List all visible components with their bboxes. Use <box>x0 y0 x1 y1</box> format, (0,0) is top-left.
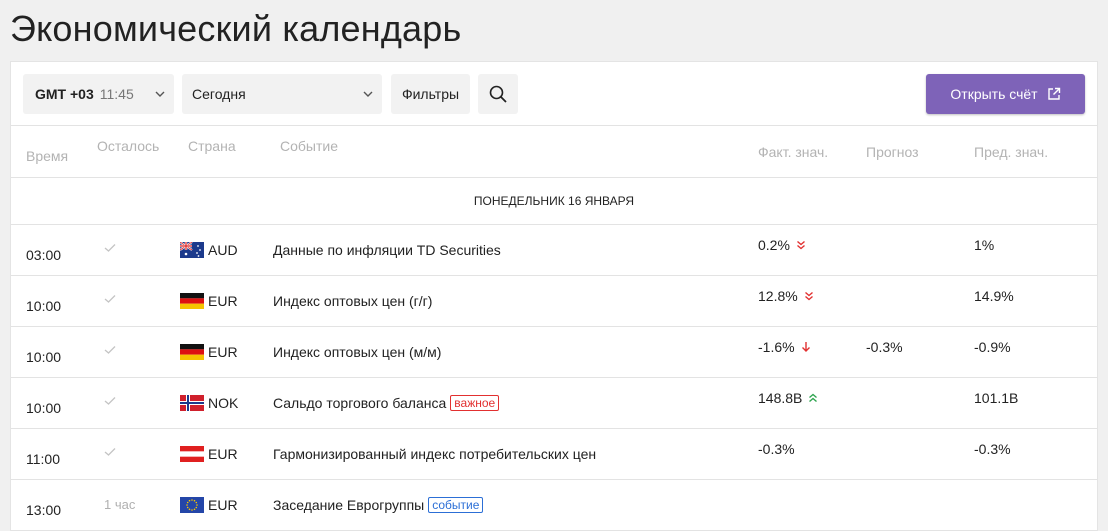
col-actual[interactable]: Факт. знач. <box>758 144 828 160</box>
table-row[interactable]: 10:00 EUR Индекс оптовых цен (м/м) -1.6%… <box>11 327 1097 378</box>
event-name-cell[interactable]: Индекс оптовых цен (г/г) <box>273 293 432 309</box>
event-name-cell[interactable]: Гармонизированный индекс потребительских… <box>273 446 596 462</box>
timezone-label: GMT +03 <box>35 86 94 102</box>
check-icon <box>104 346 116 354</box>
table-header: Время Осталось Страна Событие Факт. знач… <box>11 126 1097 178</box>
germany-flag-icon <box>180 344 204 360</box>
search-button[interactable] <box>478 74 518 114</box>
austria-flag-icon <box>180 446 204 462</box>
event-name[interactable]: Индекс оптовых цен (г/г) <box>273 293 432 309</box>
previous-value: -0.3% <box>974 441 1011 457</box>
previous-value: 14.9% <box>974 288 1014 304</box>
table-row[interactable]: 13:00 1 час EUR Заседание Еврогруппы собы… <box>11 480 1097 531</box>
event-badge: событие <box>428 497 484 513</box>
double-chevron-up-icon <box>809 393 818 403</box>
check-icon <box>104 448 116 456</box>
eu-flag-icon <box>180 497 204 513</box>
check-icon <box>104 397 116 405</box>
search-icon <box>489 85 507 103</box>
event-time: 03:00 <box>26 247 62 263</box>
chevron-down-icon <box>363 91 373 97</box>
external-link-icon <box>1047 87 1060 100</box>
remaining-cell <box>104 396 116 406</box>
col-forecast[interactable]: Прогноз <box>866 144 919 160</box>
event-time: 11:00 <box>26 451 60 467</box>
event-name[interactable]: Гармонизированный индекс потребительских… <box>273 446 596 462</box>
event-name[interactable]: Данные по инфляции TD Securities <box>273 242 501 258</box>
event-time: 10:00 <box>26 400 62 416</box>
actual-value-cell: -1.6% <box>758 339 811 355</box>
table-row[interactable]: 11:00 EUR Гармонизированный индекс потре… <box>11 429 1097 480</box>
col-previous[interactable]: Пред. знач. <box>974 144 1048 160</box>
table-row[interactable]: 10:00 NOK Сальдо торгового баланса важное… <box>11 378 1097 429</box>
event-name-cell[interactable]: Данные по инфляции TD Securities <box>273 242 501 258</box>
event-name-cell[interactable]: Индекс оптовых цен (м/м) <box>273 344 441 360</box>
remaining-cell <box>104 294 116 304</box>
event-name-cell[interactable]: Заседание Еврогруппы событие <box>273 497 484 513</box>
actual-value: 0.2% <box>758 237 790 253</box>
actual-value-cell: 0.2% <box>758 237 806 253</box>
timezone-select[interactable]: GMT +03 11:45 <box>23 74 174 114</box>
current-time: 11:45 <box>99 86 134 102</box>
double-chevron-down-icon <box>796 240 805 250</box>
remaining-cell <box>104 345 116 355</box>
filters-button[interactable]: Фильтры <box>391 74 470 114</box>
event-time: 13:00 <box>26 502 62 518</box>
page-title: Экономический календарь <box>10 8 462 49</box>
currency-code: AUD <box>208 242 238 258</box>
arrow-down-icon <box>801 342 810 352</box>
col-remaining[interactable]: Осталось <box>97 138 159 154</box>
actual-value: 148.8B <box>758 390 803 406</box>
calendar-card: GMT +03 11:45 Сегодня Фильтры Открыть сч… <box>10 61 1098 531</box>
actual-value: 12.8% <box>758 288 798 304</box>
previous-value: -0.9% <box>974 339 1011 355</box>
currency-code: EUR <box>208 293 238 309</box>
col-time[interactable]: Время <box>26 148 68 164</box>
date-select[interactable]: Сегодня <box>182 74 382 114</box>
actual-value-cell: 148.8B <box>758 390 818 406</box>
check-icon <box>104 244 116 252</box>
previous-value: 1% <box>974 237 995 253</box>
forecast-value: -0.3% <box>866 339 903 355</box>
open-account-button[interactable]: Открыть счёт <box>926 74 1085 114</box>
col-country[interactable]: Страна <box>188 138 236 154</box>
currency-code: EUR <box>208 344 238 360</box>
australia-flag-icon <box>179 241 204 258</box>
event-name-cell[interactable]: Сальдо торгового баланса важное <box>273 395 500 411</box>
germany-flag-icon <box>180 293 204 309</box>
chevron-down-icon <box>155 91 165 97</box>
col-event[interactable]: Событие <box>280 138 338 154</box>
table-row[interactable]: 03:00 AUD Данные по инфляции TD Securiti… <box>11 225 1097 276</box>
day-header: ПОНЕДЕЛЬНИК 16 ЯНВАРЯ <box>11 178 1097 225</box>
event-time: 10:00 <box>26 349 62 365</box>
event-name[interactable]: Сальдо торгового баланса <box>273 395 446 411</box>
table-row[interactable]: 10:00 EUR Индекс оптовых цен (г/г) 12.8%… <box>11 276 1097 327</box>
remaining-cell <box>104 447 116 457</box>
remaining-cell: 1 час <box>104 497 135 512</box>
event-name[interactable]: Заседание Еврогруппы <box>273 497 424 513</box>
actual-value-cell: 12.8% <box>758 288 814 304</box>
event-name[interactable]: Индекс оптовых цен (м/м) <box>273 344 441 360</box>
actual-value: -0.3% <box>758 441 795 457</box>
remaining-text: 1 час <box>104 497 136 512</box>
check-icon <box>104 295 116 303</box>
remaining-cell <box>104 243 116 253</box>
actual-value: -1.6% <box>758 339 795 355</box>
event-time: 10:00 <box>26 298 62 314</box>
currency-code: EUR <box>208 446 238 462</box>
toolbar: GMT +03 11:45 Сегодня Фильтры Открыть сч… <box>11 62 1097 126</box>
double-chevron-down-icon <box>804 291 813 301</box>
currency-code: NOK <box>208 395 239 411</box>
date-select-value: Сегодня <box>192 86 246 102</box>
currency-code: EUR <box>208 497 238 513</box>
importance-badge: важное <box>450 395 500 411</box>
open-account-label: Открыть счёт <box>950 86 1038 102</box>
previous-value: 101.1B <box>974 390 1019 406</box>
norway-flag-icon <box>180 395 204 411</box>
actual-value-cell: -0.3% <box>758 441 795 457</box>
